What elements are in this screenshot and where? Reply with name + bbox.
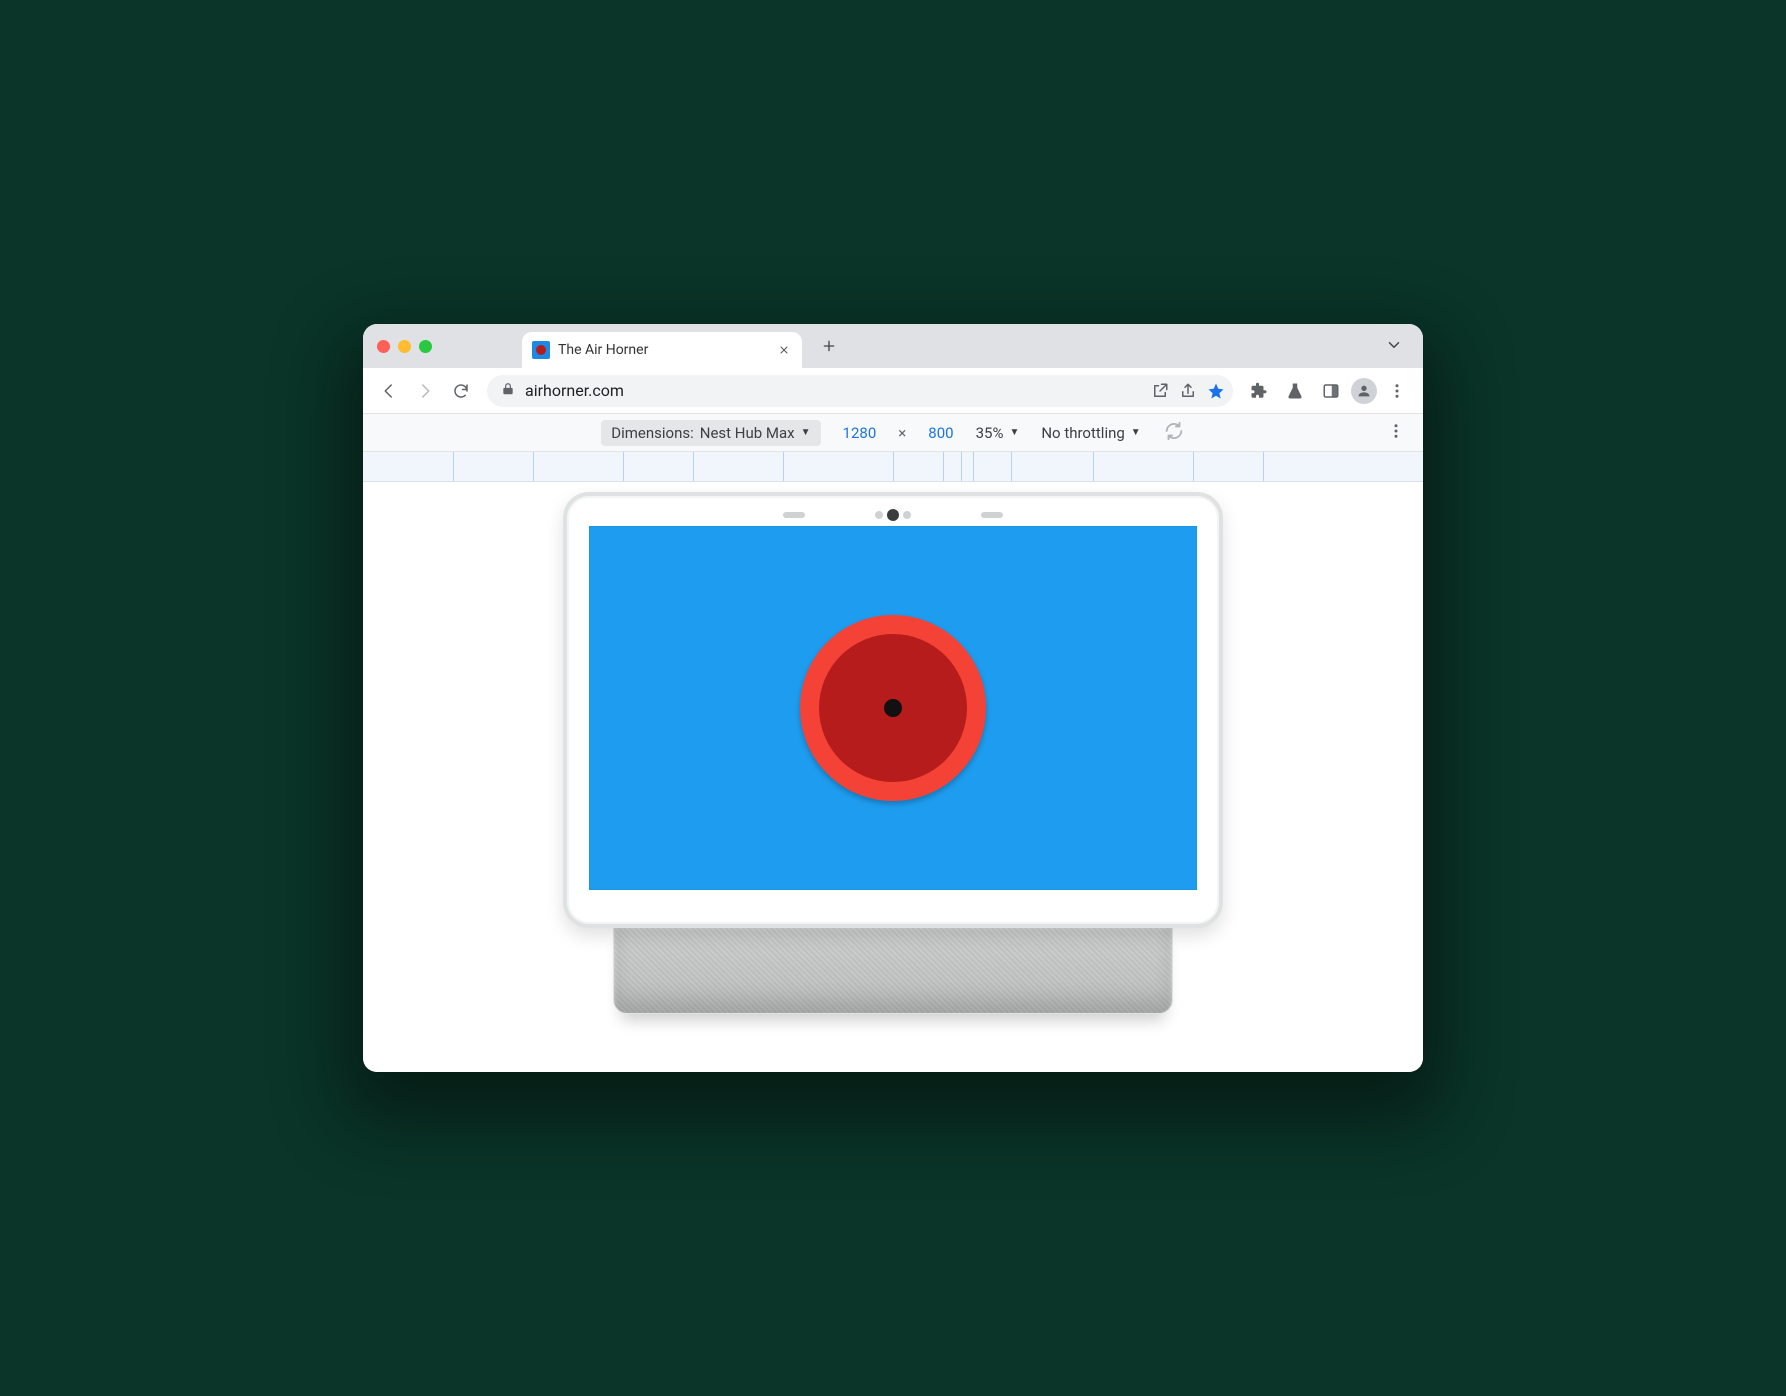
- ruler-tick: [1093, 452, 1094, 481]
- ruler-tick: [693, 452, 694, 481]
- browser-window: The Air Horner airhorner.com: [363, 324, 1423, 1072]
- open-external-icon[interactable]: [1151, 382, 1169, 400]
- window-controls: [377, 340, 432, 353]
- close-icon: [778, 344, 790, 356]
- device-viewport: [363, 482, 1423, 1072]
- device-screen: [589, 526, 1197, 890]
- device-select[interactable]: Dimensions: Nest Hub Max ▼: [601, 420, 820, 446]
- camera-icon: [875, 509, 911, 521]
- throttling-value: No throttling: [1041, 424, 1124, 442]
- ruler-tick: [973, 452, 974, 481]
- bookmark-star-icon[interactable]: [1207, 382, 1225, 400]
- toolbar-right: [1243, 375, 1413, 407]
- device-sensors: [589, 506, 1197, 524]
- flask-icon: [1286, 382, 1304, 400]
- chrome-menu-button[interactable]: [1381, 375, 1413, 407]
- reload-button[interactable]: [445, 375, 477, 407]
- forward-button[interactable]: [409, 375, 441, 407]
- tab-close-button[interactable]: [776, 342, 792, 358]
- ruler-tick: [623, 452, 624, 481]
- media-query-ruler[interactable]: [363, 452, 1423, 482]
- ruler-tick: [1263, 452, 1264, 481]
- caret-down-icon: ▼: [1131, 427, 1141, 438]
- new-tab-button[interactable]: [814, 331, 844, 361]
- arrow-left-icon: [380, 382, 398, 400]
- nest-hub-max-device: [543, 492, 1243, 1014]
- ruler-tick: [893, 452, 894, 481]
- ruler-tick: [943, 452, 944, 481]
- profile-avatar[interactable]: [1351, 378, 1377, 404]
- zoom-value: 35%: [976, 424, 1004, 442]
- panel-icon: [1322, 382, 1340, 400]
- tab-favicon: [532, 341, 550, 359]
- dimension-separator: ×: [898, 424, 906, 442]
- arrow-right-icon: [416, 382, 434, 400]
- ruler-tick: [453, 452, 454, 481]
- ruler-tick: [961, 452, 962, 481]
- lock-icon: [501, 381, 515, 400]
- device-bar-menu[interactable]: [1387, 422, 1405, 444]
- airhorn-dot: [884, 699, 902, 717]
- throttling-select[interactable]: No throttling ▼: [1041, 424, 1140, 442]
- ruler-tick: [1011, 452, 1012, 481]
- extensions-button[interactable]: [1243, 375, 1275, 407]
- plus-icon: [821, 338, 837, 354]
- caret-down-icon: ▼: [801, 427, 811, 438]
- person-icon: [1356, 383, 1372, 399]
- zoom-select[interactable]: 35% ▼: [976, 424, 1020, 442]
- url-text: airhorner.com: [525, 381, 1141, 400]
- tab-strip: The Air Horner: [363, 324, 1423, 368]
- toolbar: airhorner.com: [363, 368, 1423, 414]
- chevron-down-icon: [1385, 336, 1403, 354]
- rotate-icon: [1163, 420, 1185, 442]
- address-bar[interactable]: airhorner.com: [487, 375, 1233, 407]
- tabs-menu-button[interactable]: [1385, 336, 1403, 358]
- share-icon[interactable]: [1179, 382, 1197, 400]
- omnibox-actions: [1151, 382, 1225, 400]
- caret-down-icon: ▼: [1009, 427, 1019, 438]
- window-zoom-button[interactable]: [419, 340, 432, 353]
- device-name: Nest Hub Max: [700, 424, 795, 442]
- device-base: [613, 922, 1173, 1014]
- device-frame: [563, 492, 1223, 928]
- ruler-tick: [783, 452, 784, 481]
- airhorn-inner: [819, 634, 967, 782]
- back-button[interactable]: [373, 375, 405, 407]
- device-height-input[interactable]: 800: [928, 424, 953, 442]
- sensor-icon: [981, 512, 1003, 518]
- ruler-tick: [533, 452, 534, 481]
- labs-button[interactable]: [1279, 375, 1311, 407]
- window-minimize-button[interactable]: [398, 340, 411, 353]
- kebab-icon: [1388, 382, 1406, 400]
- tab-title: The Air Horner: [558, 342, 768, 358]
- airhorn-button[interactable]: [800, 615, 986, 801]
- device-label-prefix: Dimensions:: [611, 424, 694, 442]
- kebab-icon: [1387, 422, 1405, 440]
- side-panel-button[interactable]: [1315, 375, 1347, 407]
- ruler-tick: [1193, 452, 1194, 481]
- puzzle-icon: [1250, 382, 1268, 400]
- sensor-icon: [783, 512, 805, 518]
- device-width-input[interactable]: 1280: [843, 424, 877, 442]
- devtools-device-bar: Dimensions: Nest Hub Max ▼ 1280 × 800 35…: [363, 414, 1423, 452]
- browser-tab[interactable]: The Air Horner: [522, 332, 802, 368]
- window-close-button[interactable]: [377, 340, 390, 353]
- rotate-button[interactable]: [1163, 420, 1185, 446]
- reload-icon: [452, 382, 470, 400]
